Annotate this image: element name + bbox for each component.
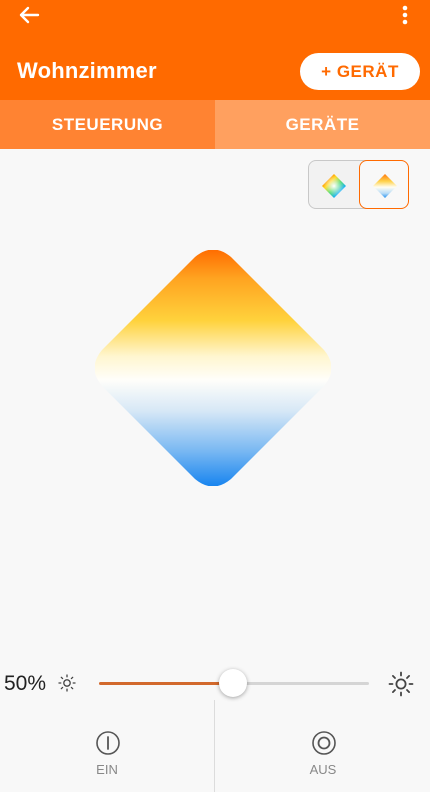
more-vert-icon [402,5,408,25]
tab-bar: STEUERUNG GERÄTE [0,100,430,149]
temperature-diamond[interactable] [94,249,332,487]
sun-large-icon [388,671,414,697]
white-mode-button[interactable] [359,160,409,209]
tab-steuerung[interactable]: STEUERUNG [0,100,215,149]
back-button[interactable] [16,4,42,26]
white-temperature-diamond-icon [373,174,397,198]
color-mode-button[interactable] [309,161,359,210]
color-temperature-picker[interactable] [94,249,332,487]
room-title: Wohnzimmer [17,58,157,83]
arrow-left-icon [19,6,40,24]
app-header: Wohnzimmer + GERÄT [0,0,430,100]
brightness-slider-filled[interactable] [99,682,234,685]
add-device-button[interactable]: + GERÄT [300,53,420,90]
power-on-label: EIN [96,762,118,777]
power-off-label: AUS [309,762,337,777]
power-on-button[interactable]: EIN [0,728,214,788]
color-mode-switch [308,160,409,210]
button-divider [214,700,215,792]
brightness-row: 50% [0,660,430,710]
brightness-value: 50% [4,672,47,695]
brightness-slider-track[interactable] [234,682,369,685]
power-on-icon [96,731,120,755]
power-off-button[interactable]: AUS [216,728,430,788]
brightness-slider-thumb[interactable] [219,669,247,697]
tab-geraete[interactable]: GERÄTE [215,100,430,149]
sun-small-icon [58,674,76,692]
more-options-button[interactable] [396,4,414,26]
power-off-icon [312,731,336,755]
color-diamond-icon [322,174,346,198]
